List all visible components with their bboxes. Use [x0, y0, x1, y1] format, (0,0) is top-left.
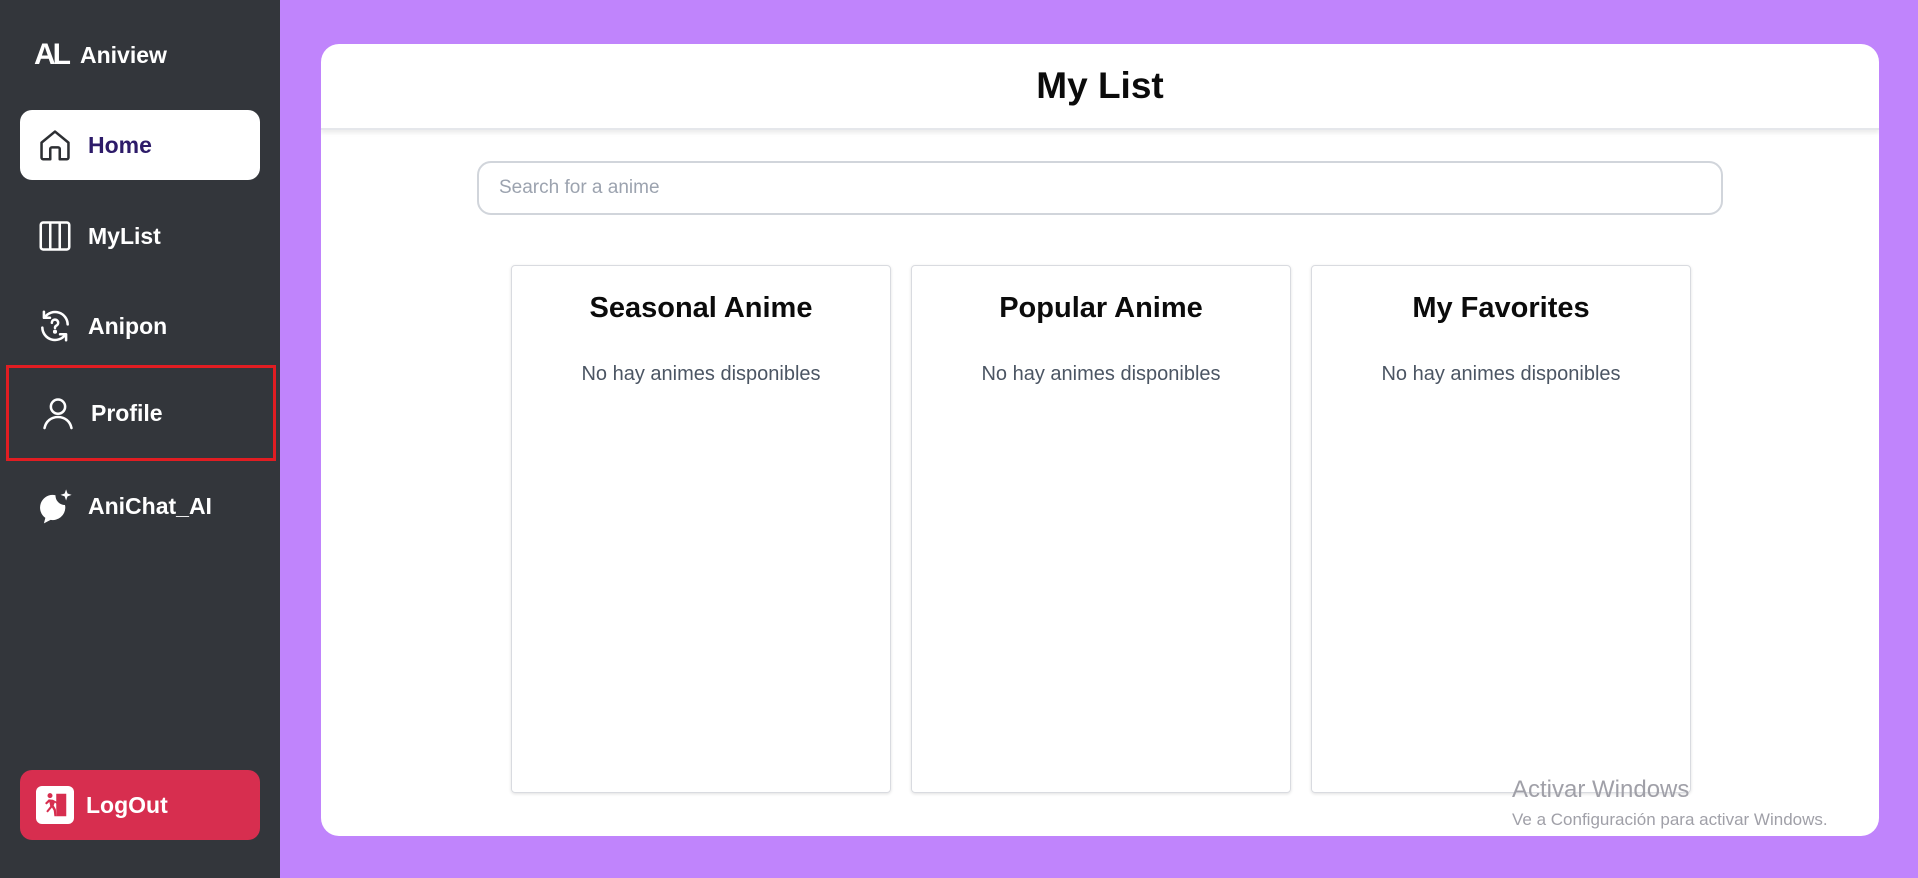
exit-icon	[36, 786, 74, 824]
column-title: My Favorites	[1412, 292, 1590, 324]
sidebar-item-profile[interactable]: Profile	[6, 365, 276, 461]
sidebar: AL Aniview Home MyList Anipon Profile An…	[0, 0, 280, 878]
app-name: Aniview	[80, 41, 167, 68]
sidebar-item-home[interactable]: Home	[20, 110, 260, 180]
my-favorites-column: My Favorites No hay animes disponibles	[1311, 265, 1691, 793]
sidebar-item-anipon[interactable]: Anipon	[20, 291, 260, 361]
user-icon	[43, 398, 73, 430]
aniview-logo: AL	[34, 38, 71, 71]
sidebar-item-label: Profile	[91, 399, 163, 426]
empty-message: No hay animes disponibles	[1381, 363, 1621, 385]
sidebar-item-anichat-ai[interactable]: AniChat_AI	[20, 471, 260, 541]
home-icon	[40, 130, 70, 161]
sidebar-item-label: Anipon	[88, 312, 168, 339]
search-input[interactable]	[477, 161, 1723, 215]
page-header: My List	[321, 44, 1879, 130]
page-title: My List	[1036, 65, 1164, 106]
main-panel: My List Seasonal Anime No hay animes dis…	[321, 44, 1879, 836]
empty-message: No hay animes disponibles	[581, 363, 821, 385]
column-title: Seasonal Anime	[589, 292, 813, 324]
windows-activation-watermark: Activar Windows Ve a Configuración para …	[1512, 776, 1828, 830]
sidebar-item-label: Home	[88, 131, 152, 158]
popular-anime-column: Popular Anime No hay animes disponibles	[911, 265, 1291, 793]
column-title: Popular Anime	[999, 292, 1203, 324]
sidebar-item-label: MyList	[88, 222, 161, 249]
sidebar-item-label: AniChat_AI	[88, 492, 212, 519]
sidebar-item-mylist[interactable]: MyList	[20, 201, 260, 271]
columns-icon	[39, 221, 71, 251]
logout-button[interactable]: LogOut	[20, 770, 260, 840]
watermark-title: Activar Windows	[1512, 776, 1690, 803]
empty-message: No hay animes disponibles	[981, 363, 1221, 385]
watermark-subtitle: Ve a Configuración para activar Windows.	[1512, 810, 1828, 829]
refresh-question-icon	[41, 310, 69, 342]
logout-label: LogOut	[86, 791, 168, 818]
brand[interactable]: AL Aniview	[34, 36, 167, 74]
seasonal-anime-column: Seasonal Anime No hay animes disponibles	[511, 265, 891, 793]
chat-sparkle-icon	[40, 489, 72, 524]
